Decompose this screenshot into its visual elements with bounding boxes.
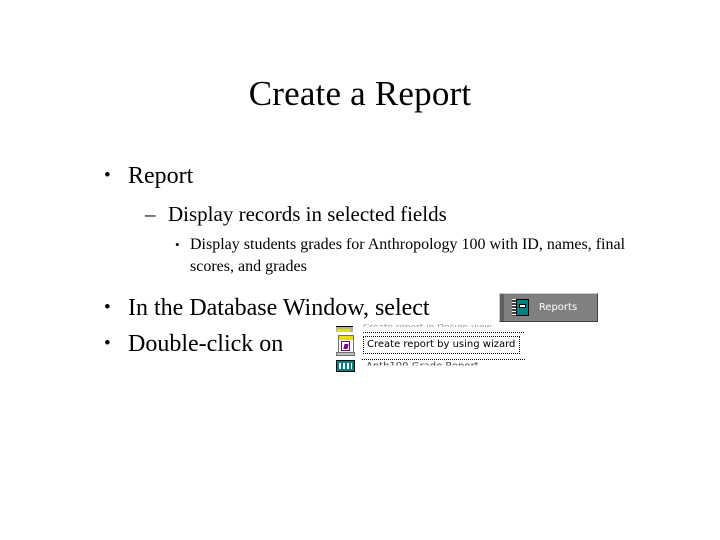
bullet-text: Display records in selected fields <box>168 202 447 226</box>
bullet-level2-display-records: – Display records in selected fields <box>0 198 720 230</box>
report-book-icon <box>512 299 529 316</box>
bullet-marker-icon: • <box>104 165 111 186</box>
bullet-level1-report: • Report <box>0 158 720 194</box>
bullet-marker-icon: • <box>104 333 111 354</box>
list-item-label: Create report in Design view <box>363 324 492 332</box>
bullet-marker-icon: • <box>175 237 180 252</box>
reports-button-label: Reports <box>538 301 578 313</box>
database-window-list: Create report in Design view Create repo… <box>333 322 531 380</box>
create-report-design-icon <box>336 326 353 332</box>
reports-object-button[interactable]: Reports <box>499 293 598 322</box>
bullet-text: Display students grades for Anthropology… <box>190 236 626 275</box>
bullet-marker-icon: • <box>104 297 111 318</box>
slide: Create a Report • Report – Display recor… <box>0 0 720 540</box>
selection-dotted-divider <box>362 359 525 360</box>
list-item-label: Anth100 Grade Report <box>366 361 479 371</box>
bullet-level3-students-grades: • Display students grades for Anthropolo… <box>0 234 720 278</box>
list-item[interactable]: Anth100 Grade Report <box>333 359 531 380</box>
bullet-level1-database-window: • In the Database Window, select <box>0 290 720 326</box>
dash-marker-icon: – <box>145 202 156 226</box>
list-item-label-selected[interactable]: Create report by using wizard <box>363 336 521 354</box>
report-table-icon <box>336 360 355 372</box>
button-edge-divider <box>500 294 504 321</box>
bullet-text: Report <box>128 163 194 189</box>
page-title: Create a Report <box>248 74 472 113</box>
list-item-create-report-wizard[interactable]: Create report by using wizard <box>333 333 531 358</box>
bullet-text: In the Database Window, select <box>128 295 430 321</box>
create-report-wizard-icon <box>336 335 356 356</box>
